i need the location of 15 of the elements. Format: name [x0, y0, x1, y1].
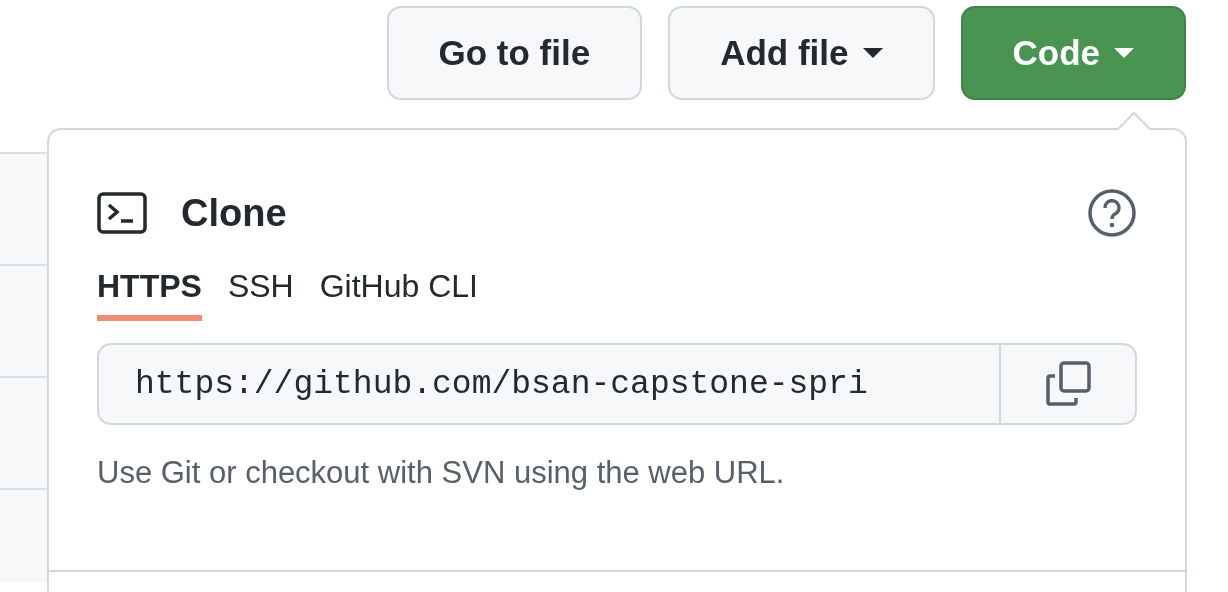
panel-title: Clone [181, 191, 287, 235]
caret-icon [1114, 48, 1134, 58]
protocol-tab[interactable]: GitHub CLI [319, 268, 478, 321]
caret-icon [862, 48, 883, 58]
protocol-tab[interactable]: HTTPS [97, 268, 202, 321]
hint-text: Use Git or checkout with SVN using the web URL. [97, 455, 786, 491]
terminal-icon [97, 192, 147, 234]
toolbar-button[interactable]: Add file [668, 6, 935, 100]
help-icon[interactable] [1087, 188, 1137, 238]
copy-icon [1043, 359, 1093, 409]
protocol-tab[interactable]: SSH [227, 268, 294, 321]
toolbar-button[interactable]: Go to file [386, 6, 643, 100]
copy-button[interactable] [999, 343, 1137, 425]
code-button[interactable]: Code [960, 6, 1186, 100]
url-field[interactable]: https://github.com/bsan-capstone-spri [97, 343, 999, 425]
